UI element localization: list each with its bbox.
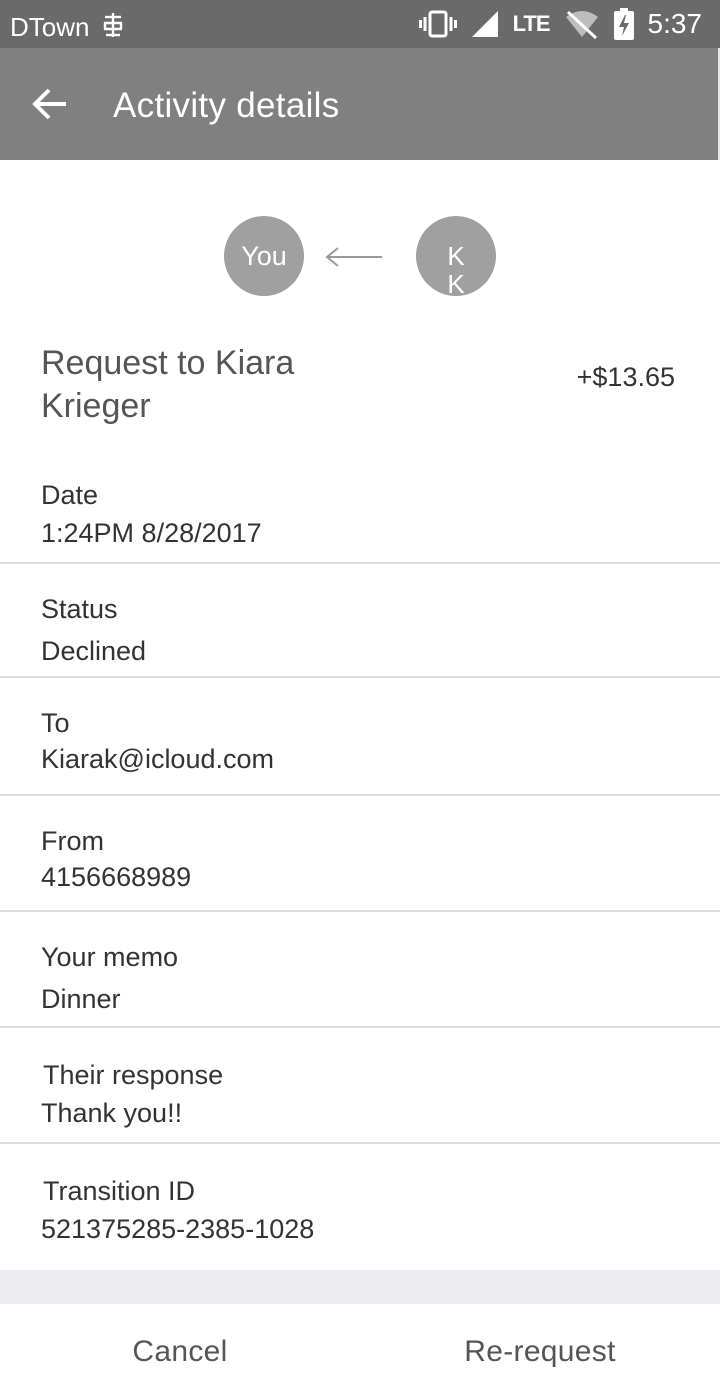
avatar-recipient: KK [416,216,496,296]
detail-label: Transition ID [43,1176,196,1206]
bottom-separator [0,1270,720,1304]
avatar-recipient-initials: KK [447,241,465,296]
status-icons: LTE 5:37 [418,6,703,42]
cancel-button[interactable]: Cancel [0,1304,360,1400]
arrow-back-icon[interactable] [30,84,70,124]
detail-label: Date [41,480,99,510]
detail-row-to: To Kiarak@icloud.com [0,678,720,796]
clock: 5:37 [647,8,703,39]
request-title: Request to Kiara Krieger [41,344,295,425]
detail-value: 521375285-2385-1028 [41,1214,315,1244]
detail-value: Kiarak@icloud.com [41,744,274,774]
detail-label: From [41,826,104,856]
status-bar: DTown LTE 5:37 [0,0,720,48]
lte-icon: LTE [512,11,551,36]
detail-row-response: Their response Thank you!! [0,1028,720,1144]
detail-label: Status [41,594,118,624]
action-bar: Cancel Re-request [0,1304,720,1400]
detail-value: Thank you!! [41,1098,183,1128]
wifi-off-icon [565,10,598,39]
page-title: Activity details [113,86,340,125]
request-amount: +$13.65 [576,362,675,392]
detail-value: Dinner [41,984,121,1014]
arrow-left-icon [325,247,382,267]
detail-label: Their response [43,1060,224,1090]
battery-charging-icon [613,8,634,40]
detail-row-status: Status Declined [0,564,720,678]
detail-label: To [41,708,70,738]
cell-signal-icon [471,11,498,37]
detail-row-date: Date 1:24PM 8/28/2017 [0,458,720,564]
carrier-name: DTown [10,12,90,42]
detail-value: 1:24PM 8/28/2017 [41,518,262,548]
re-request-button[interactable]: Re-request [360,1304,720,1400]
vibrate-icon [418,10,457,38]
avatar-you: You [224,216,304,296]
detail-row-memo: Your memo Dinner [0,912,720,1028]
detail-label: Your memo [41,942,179,972]
detail-value: 4156668989 [41,862,192,892]
carrier-signal-icon [103,13,123,37]
detail-row-from: From 4156668989 [0,796,720,912]
detail-value: Declined [41,636,147,666]
app-bar: Activity details [0,48,720,160]
detail-row-transition-id: Transition ID 521375285-2385-1028 [0,1144,720,1270]
